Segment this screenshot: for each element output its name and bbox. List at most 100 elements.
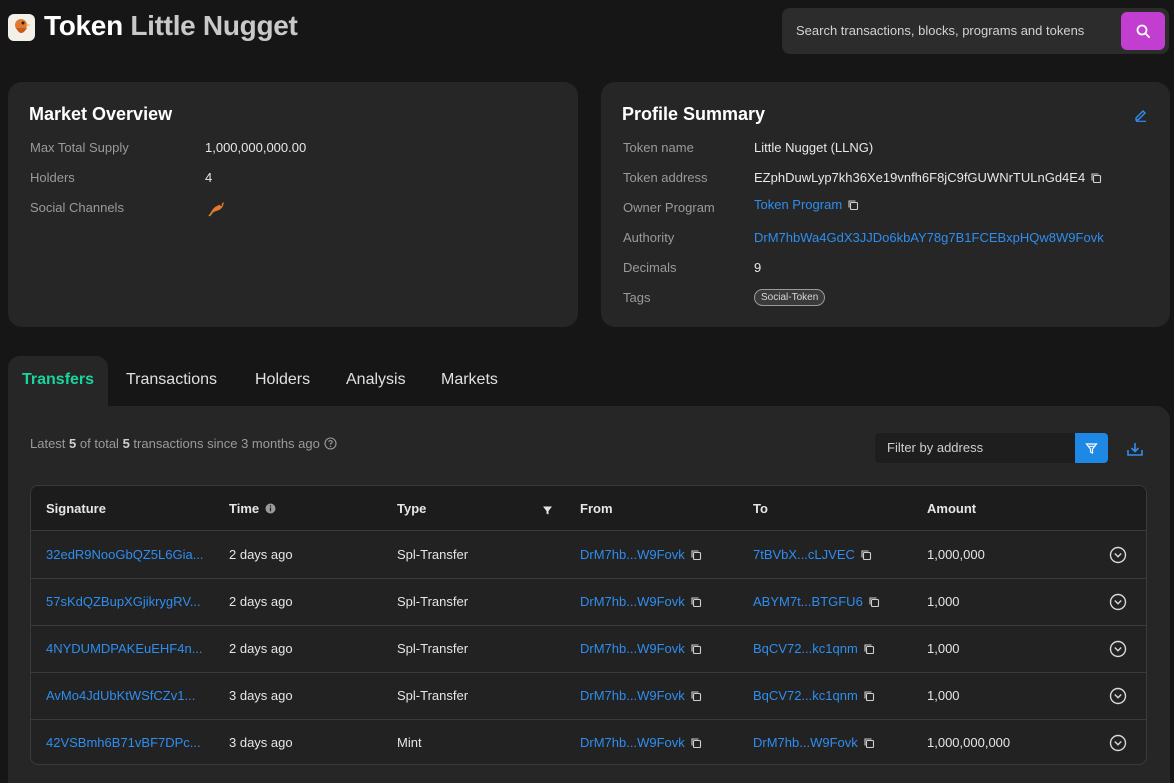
social-channels-label: Social Channels <box>30 200 124 215</box>
search-input[interactable] <box>796 8 1116 54</box>
authority-link[interactable]: DrM7hbWa4GdX3JJDo6kbAY78g7B1FCEBxpHQw8W9… <box>754 230 1104 245</box>
search-bar <box>782 8 1169 54</box>
col-type: Type <box>397 501 427 516</box>
col-amount: Amount <box>927 501 977 516</box>
from-link[interactable]: DrM7hb...W9Fovk <box>580 547 685 562</box>
summary-suffix: transactions since 3 months ago <box>133 436 320 451</box>
expand-icon[interactable] <box>1109 687 1127 705</box>
table-row: AvMo4JdUbKtWSfCZv1... 3 days ago Spl-Trans… <box>31 673 1146 720</box>
amount-cell: 1,000 <box>927 594 960 609</box>
to-link[interactable]: ABYM7t...BTGFU6 <box>753 594 863 609</box>
holders-label: Holders <box>30 170 75 185</box>
signature-link[interactable]: 42VSBmh6B71vBF7DPc... <box>46 720 201 764</box>
from-link[interactable]: DrM7hb...W9Fovk <box>580 641 685 656</box>
signature-link[interactable]: 32edR9NooGbQZ5L6Gia... <box>46 532 204 578</box>
copy-icon[interactable] <box>863 643 875 655</box>
copy-icon[interactable] <box>847 199 859 211</box>
table-row: 32edR9NooGbQZ5L6Gia... 2 days ago Spl-Tran… <box>31 532 1146 579</box>
to-link[interactable]: BqCV72...kc1qnm <box>753 641 858 656</box>
expand-icon[interactable] <box>1109 640 1127 658</box>
token-address-row: EZphDuwLyp7kh36Xe19vnfh6F8jC9fGUWNrTULnG… <box>754 170 1102 185</box>
transfers-summary: Latest 5 of total 5 transactions since 3… <box>30 436 337 451</box>
col-signature: Signature <box>46 501 106 516</box>
market-overview-card: Market Overview Max Total Supply 1,000,0… <box>8 82 578 327</box>
type-cell: Spl-Transfer <box>397 594 469 609</box>
time-cell: 2 days ago <box>229 594 293 609</box>
download-icon[interactable] <box>1126 440 1144 458</box>
to-cell: ABYM7t...BTGFU6 <box>753 579 880 625</box>
search-button[interactable] <box>1121 12 1165 50</box>
copy-icon[interactable] <box>860 549 872 561</box>
copy-icon[interactable] <box>863 690 875 702</box>
summary-prefix: Latest <box>30 436 66 451</box>
token-address-value: EZphDuwLyp7kh36Xe19vnfh6F8jC9fGUWNrTULnG… <box>754 170 1086 185</box>
bird-icon[interactable] <box>207 198 227 223</box>
from-link[interactable]: DrM7hb...W9Fovk <box>580 688 685 703</box>
edit-icon[interactable] <box>1134 108 1148 122</box>
tags-label: Tags <box>623 290 651 305</box>
page-title-name: Little Nugget <box>130 10 298 41</box>
copy-icon[interactable] <box>690 643 702 655</box>
signature-link[interactable]: 4NYDUMDPAKEuEHF4n... <box>46 626 203 672</box>
tag-social-token[interactable]: Social-Token <box>754 289 826 306</box>
col-to: To <box>753 501 768 516</box>
expand-icon[interactable] <box>1109 593 1127 611</box>
token-name-value: Little Nugget (LLNG) <box>754 140 874 155</box>
to-link[interactable]: BqCV72...kc1qnm <box>753 688 858 703</box>
tab-markets[interactable]: Markets <box>441 356 498 406</box>
max-supply-value: 1,000,000,000.00 <box>205 140 307 155</box>
from-cell: DrM7hb...W9Fovk <box>580 673 702 719</box>
to-link[interactable]: DrM7hb...W9Fovk <box>753 735 858 750</box>
search-icon <box>1136 24 1150 38</box>
expand-icon[interactable] <box>1109 546 1127 564</box>
copy-icon[interactable] <box>1090 172 1102 184</box>
to-cell: BqCV72...kc1qnm <box>753 626 875 672</box>
decimals-label: Decimals <box>623 260 677 275</box>
table-header: Signature Time Type From To Amount <box>31 486 1146 531</box>
profile-summary-title: Profile Summary <box>622 104 766 124</box>
profile-summary-card: Profile Summary Token name Little Nugget… <box>601 82 1170 327</box>
signature-link[interactable]: 57sKdQZBupXGjikrygRV... <box>46 579 201 625</box>
info-icon[interactable] <box>265 503 276 514</box>
copy-icon[interactable] <box>690 690 702 702</box>
type-cell: Spl-Transfer <box>397 641 469 656</box>
tab-transfers[interactable]: Transfers <box>8 356 109 406</box>
copy-icon[interactable] <box>690 549 702 561</box>
help-icon[interactable] <box>324 437 337 450</box>
summary-middle: of total <box>79 436 119 451</box>
copy-icon[interactable] <box>863 737 875 749</box>
col-time: Time <box>229 486 276 531</box>
transfers-panel: Latest 5 of total 5 transactions since 3… <box>8 406 1170 783</box>
time-cell: 2 days ago <box>229 547 293 562</box>
from-cell: DrM7hb...W9Fovk <box>580 579 702 625</box>
header: Token Little Nugget <box>0 0 1174 60</box>
signature-link[interactable]: AvMo4JdUbKtWSfCZv1... <box>46 673 195 719</box>
to-cell: DrM7hb...W9Fovk <box>753 720 875 764</box>
tab-holders[interactable]: Holders <box>255 356 310 406</box>
expand-icon[interactable] <box>1109 734 1127 752</box>
table-row: 4NYDUMDPAKEuEHF4n... 2 days ago Spl-Transf… <box>31 626 1146 673</box>
to-cell: 7tBVbX...cLJVEC <box>753 532 872 578</box>
copy-icon[interactable] <box>690 596 702 608</box>
filter-address-input[interactable] <box>887 433 1072 463</box>
filter-button[interactable] <box>1075 433 1108 463</box>
filter-icon <box>1085 442 1098 454</box>
type-filter-icon[interactable] <box>542 503 553 521</box>
table-row: 57sKdQZBupXGjikrygRV... 2 days ago Spl-Tra… <box>31 579 1146 626</box>
tab-analysis[interactable]: Analysis <box>346 356 406 406</box>
from-link[interactable]: DrM7hb...W9Fovk <box>580 594 685 609</box>
tab-transactions[interactable]: Transactions <box>126 356 217 406</box>
from-link[interactable]: DrM7hb...W9Fovk <box>580 735 685 750</box>
summary-shown: 5 <box>69 436 77 451</box>
amount-cell: 1,000 <box>927 688 960 703</box>
col-from: From <box>580 501 613 516</box>
from-cell: DrM7hb...W9Fovk <box>580 626 702 672</box>
type-cell: Spl-Transfer <box>397 688 469 703</box>
token-address-label: Token address <box>623 170 708 185</box>
copy-icon[interactable] <box>690 737 702 749</box>
copy-icon[interactable] <box>868 596 880 608</box>
to-link[interactable]: 7tBVbX...cLJVEC <box>753 547 855 562</box>
owner-program-link[interactable]: Token Program <box>754 197 842 212</box>
type-cell: Mint <box>397 735 422 750</box>
max-supply-label: Max Total Supply <box>30 140 129 155</box>
